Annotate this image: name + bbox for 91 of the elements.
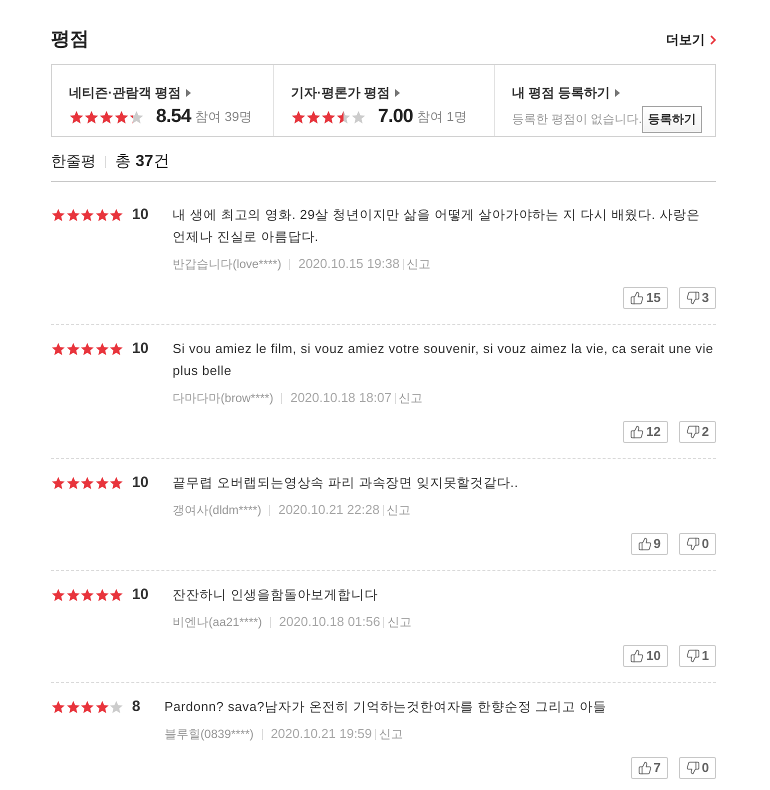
star-icon	[51, 700, 66, 714]
review-score: 10	[132, 472, 149, 493]
dislike-button[interactable]: 3	[678, 287, 716, 309]
star-icon	[51, 588, 66, 602]
reviews-title: 한줄평	[51, 152, 96, 172]
star-icon	[80, 208, 95, 222]
star-icon	[109, 342, 124, 356]
thumbs-up-icon	[638, 761, 652, 775]
review-score: 10	[132, 584, 149, 605]
like-button[interactable]: 9	[630, 533, 668, 555]
star-icon	[80, 700, 95, 714]
caret-right-icon	[615, 88, 620, 97]
review-date: 2020.10.18 18:07	[290, 389, 392, 408]
dislike-button[interactable]: 1	[678, 645, 716, 667]
star-icon	[94, 476, 110, 490]
review-author: 비엔나(aa21****)	[172, 614, 262, 631]
caret-right-icon	[186, 88, 191, 97]
review-author: 반갑습니다(love****)	[172, 256, 282, 273]
chevron-right-icon	[710, 35, 716, 45]
star-icon	[51, 476, 66, 490]
thumbs-down-icon	[686, 291, 700, 305]
star-icon	[109, 476, 124, 490]
review-text: 내 생에 최고의 영화. 29살 청년이지만 삶을 어떻게 살아가야하는 지 다시 배웠다. 사랑은 언제나 진실로 아름답다.	[172, 206, 701, 246]
star-icon	[66, 208, 80, 222]
rating-score: 7.00	[378, 104, 413, 129]
like-button[interactable]: 12	[623, 421, 668, 443]
review-author: 갱여사(dldm****)	[172, 502, 262, 519]
dislike-count: 3	[702, 289, 709, 308]
review-score: 8	[132, 696, 140, 717]
register-button[interactable]: 등록하기	[642, 106, 702, 132]
like-button[interactable]: 15	[623, 287, 668, 309]
star-icon	[109, 700, 124, 714]
star-icon	[80, 342, 95, 356]
more-label: 더보기	[666, 31, 705, 50]
like-count: 9	[654, 535, 661, 554]
thumbs-up-icon	[630, 425, 644, 439]
star-icon	[66, 476, 80, 490]
thumbs-down-icon	[686, 649, 700, 663]
like-count: 12	[646, 423, 661, 442]
thumbs-down-icon	[686, 761, 700, 775]
review-author: 다마다마(brow****)	[172, 390, 274, 407]
review-date: 2020.10.21 22:28	[278, 501, 380, 520]
star-icon	[80, 588, 95, 602]
review-date: 2020.10.18 01:56	[279, 613, 380, 632]
dislike-count: 0	[702, 535, 709, 554]
review-text: 잔잔하니 인생을함돌아보게합니다	[172, 586, 379, 604]
dislike-button[interactable]: 0	[678, 533, 716, 555]
star-icon	[66, 342, 80, 356]
review-text: Pardonn? sava?남자가 온전히 기억하는것한여자를 한향순정 그리고 아들	[164, 698, 608, 716]
like-count: 10	[646, 647, 661, 666]
star-icon	[80, 476, 95, 490]
star-icon	[352, 110, 366, 123]
review-date: 2020.10.21 19:59	[270, 725, 372, 744]
dislike-count: 0	[702, 759, 709, 778]
star-icon	[94, 588, 110, 602]
dislike-button[interactable]: 2	[678, 421, 716, 443]
dislike-button[interactable]: 0	[678, 757, 716, 779]
thumbs-up-icon	[630, 291, 644, 305]
star-icon	[51, 342, 66, 356]
review-text: 끝무렵 오버랩되는영상속 파리 과속장면 잊지못할것같다..	[172, 474, 520, 492]
star-icon	[66, 700, 80, 714]
participant-count: 참여 1명	[416, 108, 467, 126]
like-count: 15	[646, 289, 661, 308]
star-icon	[109, 208, 124, 222]
star-icon	[109, 588, 124, 602]
caret-right-icon	[394, 88, 400, 97]
dislike-count: 2	[702, 423, 709, 442]
rating-score: 8.54	[156, 104, 191, 129]
review-score: 10	[132, 204, 149, 225]
section-title: 평점	[51, 28, 89, 52]
star-icon	[94, 700, 110, 714]
review-count: 총 37건	[115, 152, 170, 172]
like-count: 7	[654, 759, 661, 778]
thumbs-down-icon	[686, 537, 700, 551]
thumbs-up-icon	[630, 649, 644, 663]
review-text: Si vou amiez le film, si vouz amiez votre souvenir, si vouz aimez la vie, ca serait une vie plus belle	[172, 340, 714, 380]
review-date: 2020.10.15 19:38	[298, 255, 400, 274]
review-score: 10	[132, 338, 149, 359]
like-button[interactable]: 7	[630, 757, 668, 779]
participant-count: 참여 39명	[194, 108, 252, 126]
no-rating-message: 등록한 평점이 없습니다.	[512, 111, 642, 128]
like-button[interactable]: 10	[623, 645, 668, 667]
star-icon	[51, 208, 66, 222]
review-author: 블루힐(0839****)	[164, 726, 254, 743]
thumbs-up-icon	[638, 537, 652, 551]
star-icon	[66, 588, 80, 602]
thumbs-down-icon	[686, 425, 700, 439]
star-icon	[94, 342, 110, 356]
more-link[interactable]: 더보기	[666, 30, 716, 50]
star-icon	[94, 208, 110, 222]
dislike-count: 1	[702, 647, 709, 666]
